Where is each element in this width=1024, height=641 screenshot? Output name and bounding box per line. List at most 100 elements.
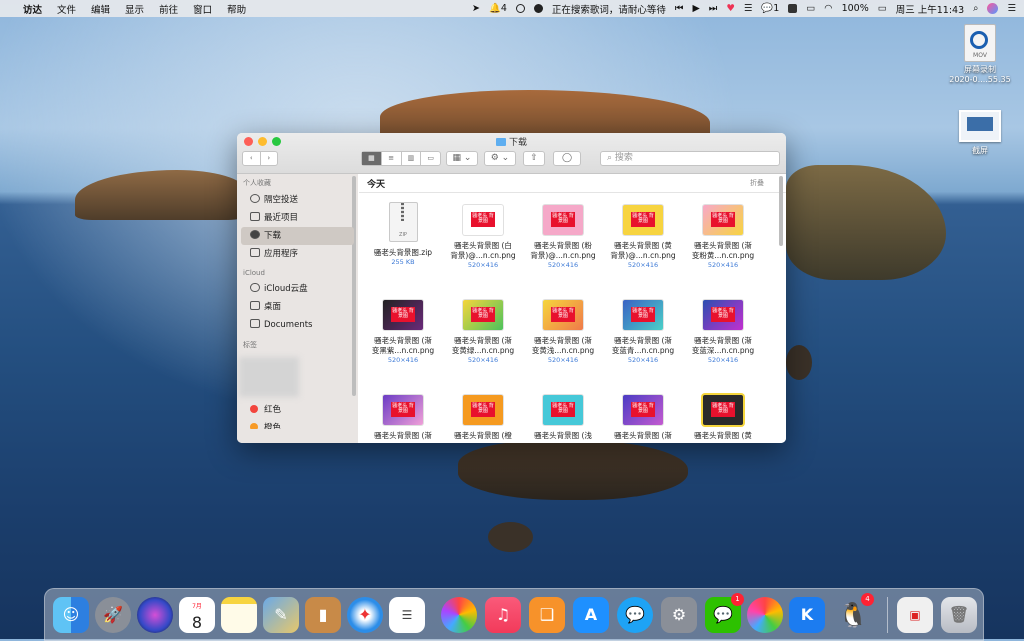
preview-dock-icon[interactable]: ✎ xyxy=(263,597,299,633)
sidebar-item-documents[interactable]: Documents xyxy=(237,316,358,334)
notes-dock-icon[interactable] xyxy=(221,597,257,633)
finder-sidebar: 个人收藏 隔空投送 最近项目 下载 应用程序 iCloud iCloud云盘 桌… xyxy=(237,174,358,443)
file-meta: 520×416 xyxy=(707,261,739,269)
content-scrollbar[interactable] xyxy=(779,176,783,246)
desktop-screen-recording[interactable]: MOV 屏幕录制 2020-0....55.35 xyxy=(940,24,1020,84)
kugou-dock-icon[interactable]: K xyxy=(789,597,825,633)
sidebar-item-label: 红色 xyxy=(264,405,282,415)
thumbnail-text: 骚老头 背景图 xyxy=(712,308,734,319)
island-right xyxy=(786,165,946,280)
menu-help[interactable]: 帮助 xyxy=(227,2,246,16)
file-item[interactable]: 骚老头 背景图 骚老头背景图 (渐 变蓝深...n.cn.png 520×416 xyxy=(683,291,763,386)
photos-dock-icon[interactable] xyxy=(441,597,477,633)
file-item[interactable]: 骚老头 背景图 骚老头背景图 (渐 变黄绿...n.cn.png 520×416 xyxy=(443,291,523,386)
app-store-dock-icon[interactable]: A xyxy=(573,597,609,633)
reminders-dock-icon[interactable]: ☰ xyxy=(389,597,425,633)
group-by-button[interactable]: ▦ ⌄ xyxy=(446,151,478,166)
battery-text[interactable]: 100% xyxy=(842,3,869,14)
back-button[interactable]: ‹ xyxy=(243,152,261,165)
action-gear-button[interactable]: ⚙ ⌄ xyxy=(484,151,516,166)
k-app-icon[interactable] xyxy=(533,3,543,14)
sidebar-item-recents[interactable]: 最近项目 xyxy=(237,209,358,227)
file-item[interactable]: 骚老头 背景图 骚老头背景图 (渐 变粉黄...n.cn.png 520×416 xyxy=(683,196,763,291)
file-item[interactable]: 骚老头 背景图 骚老头背景图 (黄 xyxy=(683,386,763,443)
siri-dock-icon[interactable] xyxy=(137,597,173,633)
heart-icon[interactable]: ♥ xyxy=(726,3,735,14)
finder-dock-icon[interactable]: ☺ xyxy=(53,597,89,633)
search-icon[interactable]: ⌕ xyxy=(973,3,978,14)
section-title: 今天 xyxy=(367,180,386,190)
sidebar-item-label: 隔空投送 xyxy=(264,195,299,205)
launchpad-dock-icon[interactable]: 🚀 xyxy=(95,597,131,633)
wechat-count: 1 xyxy=(773,3,780,14)
forward-button[interactable]: › xyxy=(261,152,278,165)
thumbnail-text: 骚老头 背景图 xyxy=(552,213,574,224)
siri-icon[interactable] xyxy=(987,3,999,14)
document-icon xyxy=(250,319,260,328)
tags-button[interactable]: ◯ xyxy=(553,151,581,166)
sidebar-tags-head: 标签 xyxy=(243,341,257,349)
control-list-icon[interactable]: ☰ xyxy=(1007,3,1016,14)
share-button[interactable]: ⇧ xyxy=(523,151,545,166)
menu-window[interactable]: 窗口 xyxy=(193,2,212,16)
wechat-dock-icon[interactable]: 💬 1 xyxy=(705,593,744,633)
gallery-view-button[interactable]: ▭ xyxy=(421,152,440,165)
menu-lines-icon[interactable]: ☰ xyxy=(744,3,753,14)
file-item[interactable]: 骚老头 背景图 骚老头背景图 (渐 xyxy=(363,386,443,443)
wechat-status-icon[interactable]: 💬1 xyxy=(761,3,779,14)
books-dock-icon[interactable]: ❑ xyxy=(529,597,565,633)
sidebar-item-icloud-drive[interactable]: iCloud云盘 xyxy=(237,280,358,298)
sidebar-tag-orange[interactable]: 橙色 xyxy=(237,419,358,429)
lyrics-status-text: 正在搜索歌词，请耐心等待 xyxy=(551,4,666,16)
list-view-button[interactable]: ≡ xyxy=(382,152,402,165)
messages-dock-icon[interactable]: 💬 xyxy=(617,597,653,633)
menu-view[interactable]: 显示 xyxy=(125,2,144,16)
thumbnail-text: 骚老头 背景图 xyxy=(472,213,494,224)
file-item[interactable]: 骚老头 背景图 骚老头背景图 (渐 变蓝青...n.cn.png 520×416 xyxy=(603,291,683,386)
menu-go[interactable]: 前往 xyxy=(159,2,178,16)
contacts-dock-icon[interactable]: ▮ xyxy=(305,597,341,633)
clock[interactable]: 周三 上午11:43 xyxy=(896,2,964,16)
color-app-dock-icon[interactable] xyxy=(747,597,783,633)
desktop-screenshot[interactable]: 截屏 xyxy=(940,110,1020,156)
file-item[interactable]: 骚老头 背景图 骚老头背景图 (渐 变黑紫...n.cn.png 520×416 xyxy=(363,291,443,386)
sidebar-tag-red[interactable]: 红色 xyxy=(237,401,358,419)
next-track-icon[interactable]: ⏭ xyxy=(709,3,718,14)
collapse-button[interactable]: 折叠 xyxy=(750,178,764,188)
calendar-dock-icon[interactable]: 7月 8 xyxy=(179,597,215,633)
qq-dock-icon[interactable]: 🐧 4 xyxy=(835,593,874,633)
notification-bell-icon[interactable]: 🔔4 xyxy=(489,3,507,14)
previous-track-icon[interactable]: ⏮ xyxy=(675,3,684,14)
sidebar-item-desktop[interactable]: 桌面 xyxy=(237,298,358,316)
downloads-stack-dock-icon[interactable]: ▣ xyxy=(897,597,933,633)
focus-icon[interactable] xyxy=(515,3,525,14)
app-box-icon[interactable] xyxy=(788,3,798,14)
menu-edit[interactable]: 编辑 xyxy=(91,2,110,16)
icon-view-button[interactable]: ▦ xyxy=(362,152,382,165)
search-field[interactable]: ⌕ 搜索 xyxy=(600,151,780,166)
file-item-zip[interactable]: ZIP 骚老头背景图.zip 255 KB xyxy=(363,196,443,291)
file-item[interactable]: 骚老头 背景图 骚老头背景图 (渐 变黄浅...n.cn.png 520×416 xyxy=(523,291,603,386)
recording-name-line1: 屏幕录制 xyxy=(964,65,996,74)
sidebar-item-airdrop[interactable]: 隔空投送 xyxy=(237,191,358,209)
system-preferences-dock-icon[interactable]: ⚙ xyxy=(661,597,697,633)
trash-dock-icon[interactable]: 🗑 xyxy=(941,597,977,633)
display-icon[interactable]: ▭ xyxy=(806,3,815,14)
column-view-button[interactable]: ▥ xyxy=(402,152,422,165)
sidebar-item-applications[interactable]: 应用程序 xyxy=(237,245,358,263)
file-item[interactable]: 骚老头 背景图 骚老头背景图 (浅 xyxy=(523,386,603,443)
music-dock-icon[interactable]: ♫ xyxy=(485,597,521,633)
file-item[interactable]: 骚老头 背景图 骚老头背景图 (黄 背景)@...n.cn.png 520×416 xyxy=(603,196,683,291)
sidebar-item-downloads[interactable]: 下载 xyxy=(241,227,354,245)
play-icon[interactable]: ▶ xyxy=(692,3,699,14)
location-icon[interactable]: ➤ xyxy=(472,3,480,14)
file-item[interactable]: 骚老头 背景图 骚老头背景图 (渐 xyxy=(603,386,683,443)
menu-finder[interactable]: 访达 xyxy=(23,2,42,16)
menu-file[interactable]: 文件 xyxy=(57,2,76,16)
safari-dock-icon[interactable]: ✦ xyxy=(347,597,383,633)
airdrop-icon xyxy=(250,194,260,203)
wifi-icon[interactable]: ◠ xyxy=(824,3,832,14)
file-item[interactable]: 骚老头 背景图 骚老头背景图 (橙 xyxy=(443,386,523,443)
file-item[interactable]: 骚老头 背景图 骚老头背景图 (白 背景)@...n.cn.png 520×416 xyxy=(443,196,523,291)
file-item[interactable]: 骚老头 背景图 骚老头背景图 (粉 背景)@...n.cn.png 520×416 xyxy=(523,196,603,291)
